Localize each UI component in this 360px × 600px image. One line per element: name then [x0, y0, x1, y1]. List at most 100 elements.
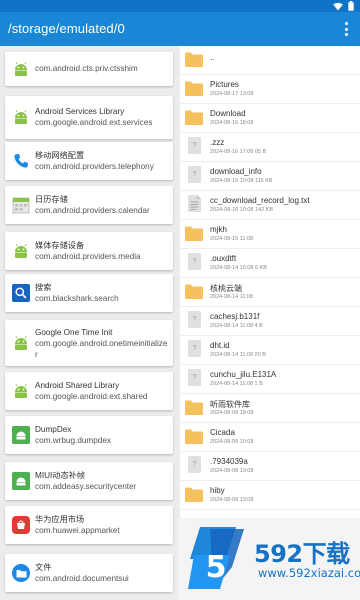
file-name: .7934039a [210, 457, 248, 466]
app-card-calendar[interactable]: 日历存储 com.android.providers.calendar [5, 186, 173, 224]
file-name: .ouxdtft [210, 254, 237, 263]
file-row[interactable]: Pictures 2024-08-17 13:08 [180, 75, 360, 104]
app-label: MIUI动态补帧 [35, 471, 86, 480]
app-text: Android Services Library com.google.andr… [35, 106, 169, 128]
app-label: Android Services Library [35, 107, 125, 116]
phone-icon [12, 152, 30, 170]
app-card-media[interactable]: 媒体存储设备 com.android.providers.media [5, 232, 173, 270]
text-file-icon [188, 195, 201, 212]
file-meta: 2024-08-08 13:08 [210, 468, 254, 474]
wifi-icon [333, 2, 343, 10]
app-label: 移动网络配置 [35, 151, 85, 160]
app-text: com.android.cts.priv.ctsshim [35, 63, 169, 74]
android-green-square-icon [12, 472, 30, 490]
app-card-files[interactable]: 文件 com.android.documentsui [5, 554, 173, 592]
unknown-file-icon: ? [188, 253, 201, 270]
app-label: 文件 [35, 563, 52, 572]
app-card-search[interactable]: 搜索 com.blackshark.search [5, 274, 173, 312]
file-row[interactable]: cc_download_record_log.txt 2024-08-16 10… [180, 191, 360, 220]
app-text: 媒体存储设备 com.android.providers.media [35, 240, 169, 262]
search-icon [12, 284, 30, 302]
file-row-parent[interactable]: .. [180, 46, 360, 75]
file-meta: 2024-08-17 13:08 [210, 91, 254, 97]
file-meta: 2024-08-16 10:08 115 KB [210, 178, 273, 184]
app-text: DumpDex com.wrbug.dumpdex [35, 424, 169, 446]
watermark-brand: 592下载 [254, 540, 350, 568]
unknown-file-icon: ? [188, 340, 201, 357]
battery-icon [348, 1, 354, 11]
app-text: 日历存储 com.android.providers.calendar [35, 194, 169, 216]
file-row[interactable]: ? cachesj.b131f 2024-08-14 11:08 4 B [180, 307, 360, 336]
file-row[interactable]: ? dht.id 2024-08-14 11:08 20 B [180, 336, 360, 365]
file-row[interactable]: ? cunchu_jilu.E131A 2024-08-14 11:08 1 B [180, 365, 360, 394]
site-watermark: 5 592下载 www.592xiazai.com [178, 518, 360, 600]
file-row[interactable]: ? .ouxdtft 2024-08-14 15:08 6 KB [180, 249, 360, 278]
app-label: Google One Time Init [35, 328, 113, 337]
app-package: com.google.android.ext.services [35, 118, 153, 127]
app-card-telephony[interactable]: 移动网络配置 com.android.providers.telephony [5, 142, 173, 180]
file-row[interactable]: 听雨软件库 2024-08-09 18:08 [180, 394, 360, 423]
app-card-dumpdex[interactable]: DumpDex com.wrbug.dumpdex [5, 416, 173, 454]
app-card-huawei-market[interactable]: 华为应用市场 com.huawei.appmarket [5, 506, 173, 544]
file-row[interactable]: ? download_info 2024-08-16 10:08 115 KB [180, 162, 360, 191]
file-name: Cicada [210, 428, 235, 437]
app-card-miui-frame[interactable]: MIUI动态补帧 com.addeasy.securitycenter [5, 462, 173, 500]
file-row[interactable]: hiby 2024-08-08 13:08 [180, 481, 360, 510]
folder-icon [185, 52, 203, 67]
android-icon [12, 242, 30, 260]
app-package: com.android.documentsui [35, 574, 129, 583]
file-meta: 2024-08-15 11:08 [210, 236, 254, 242]
calendar-icon [12, 196, 30, 214]
file-row[interactable]: ? .zzz 2024-08-16 17:08 65 B [180, 133, 360, 162]
app-text: 华为应用市场 com.huawei.appmarket [35, 514, 169, 536]
folder-icon [185, 429, 203, 444]
file-meta: 2024-08-16 17:08 65 B [210, 149, 267, 155]
android-icon [12, 60, 30, 78]
status-bar [0, 0, 360, 12]
android-icon [12, 334, 30, 352]
app-label: 搜索 [35, 283, 52, 292]
file-meta: 2024-08-09 18:08 [210, 410, 254, 416]
android-icon [12, 382, 30, 400]
file-row[interactable]: mjkh 2024-08-15 11:08 [180, 220, 360, 249]
app-card-android-services[interactable]: Android Services Library com.google.andr… [5, 96, 173, 139]
app-toolbar: /storage/emulated/0 [0, 12, 360, 46]
app-text: 文件 com.android.documentsui [35, 562, 169, 584]
file-meta: 2024-08-08 13:08 [210, 497, 254, 503]
file-name: cc_download_record_log.txt [210, 196, 310, 205]
app-text: Android Shared Library com.google.androi… [35, 380, 169, 402]
file-name: Pictures [210, 80, 239, 89]
app-text: 移动网络配置 com.android.providers.telephony [35, 150, 169, 172]
file-row[interactable]: 核桃云端 2024-08-14 11:08 [180, 278, 360, 307]
huawei-appgallery-icon [12, 516, 30, 534]
app-card-ctsshim[interactable]: com.android.cts.priv.ctsshim [5, 52, 173, 86]
folder-icon [185, 81, 203, 96]
file-row[interactable]: ? .7934039a 2024-08-08 13:08 [180, 452, 360, 481]
file-name: dht.id [210, 341, 230, 350]
app-label: 媒体存储设备 [35, 241, 85, 250]
app-card-onetimeinit[interactable]: Google One Time Init com.google.android.… [5, 320, 173, 366]
app-text: MIUI动态补帧 com.addeasy.securitycenter [35, 470, 169, 492]
app-list-panel: com.android.cts.priv.ctsshim Android Ser… [0, 46, 180, 600]
overflow-menu-icon[interactable] [340, 21, 352, 37]
app-card-shared-library[interactable]: Android Shared Library com.google.androi… [5, 372, 173, 410]
file-name: cunchu_jilu.E131A [210, 370, 277, 379]
unknown-file-icon: ? [188, 369, 201, 386]
folder-icon [185, 110, 203, 125]
file-meta: 2024-08-14 11:08 20 B [210, 352, 266, 358]
status-icons [333, 1, 354, 11]
watermark-logo-digit: 5 [206, 550, 227, 585]
folder-icon [185, 284, 203, 299]
app-label: 华为应用市场 [35, 515, 85, 524]
app-package: com.huawei.appmarket [35, 526, 120, 535]
app-package: com.android.providers.telephony [35, 162, 154, 171]
file-row[interactable]: Download 2024-08-16 18:08 [180, 104, 360, 133]
folder-icon [185, 487, 203, 502]
file-name: download_info [210, 167, 262, 176]
file-row[interactable]: Cicada 2024-08-09 10:08 [180, 423, 360, 452]
android-green-square-icon [12, 426, 30, 444]
file-name: 核桃云端 [210, 284, 242, 293]
file-meta: 2024-08-14 11:08 1 B [210, 381, 263, 387]
app-label: Android Shared Library [35, 381, 120, 390]
unknown-file-icon: ? [188, 166, 201, 183]
